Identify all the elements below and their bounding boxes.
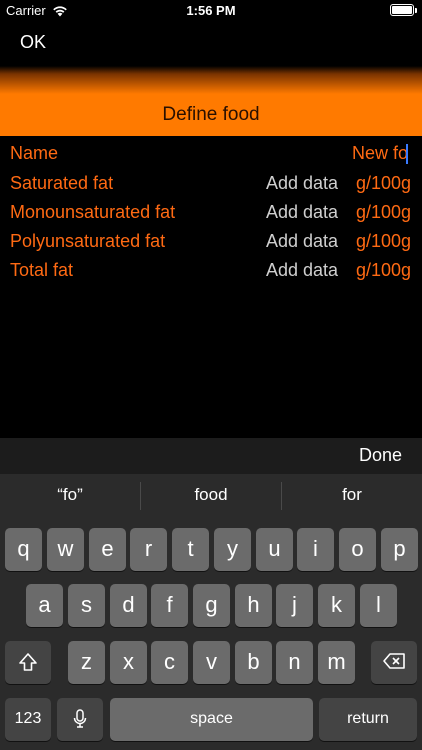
nutrient-label: Total fat: [10, 260, 74, 280]
keyboard: “fo” food for q w e r t y u i o p a s d …: [0, 474, 422, 750]
nutrient-row-saturated-fat[interactable]: Saturated fat Add data g/100g: [0, 168, 422, 197]
key-g[interactable]: g: [193, 584, 230, 627]
unit-label: g/100g: [355, 231, 411, 251]
suggestion-item[interactable]: food: [141, 474, 281, 518]
key-i[interactable]: i: [297, 528, 334, 571]
key-p[interactable]: p: [381, 528, 418, 571]
delete-icon: [371, 652, 417, 670]
status-bar: Carrier 1:56 PM: [0, 0, 422, 22]
text-cursor: [406, 144, 408, 164]
suggestion-item[interactable]: “fo”: [0, 474, 140, 518]
key-c[interactable]: c: [151, 641, 188, 684]
nutrient-input[interactable]: Add data: [266, 231, 338, 252]
clock: 1:56 PM: [186, 3, 236, 18]
nutrient-label: Polyunsaturated fat: [10, 231, 166, 251]
key-e[interactable]: e: [89, 528, 126, 571]
key-m[interactable]: m: [318, 641, 355, 684]
key-w[interactable]: w: [47, 528, 84, 571]
battery-icon: [390, 4, 417, 16]
key-f[interactable]: f: [151, 584, 188, 627]
return-key[interactable]: return: [319, 698, 417, 741]
key-o[interactable]: o: [339, 528, 376, 571]
nutrient-row-total-fat[interactable]: Total fat Add data g/100g: [0, 255, 422, 284]
name-label: Name: [10, 143, 59, 163]
nutrient-input[interactable]: Add data: [266, 173, 338, 194]
key-u[interactable]: u: [256, 528, 293, 571]
keyboard-accessory-bar: Done: [0, 438, 422, 474]
key-x[interactable]: x: [110, 641, 147, 684]
key-h[interactable]: h: [235, 584, 272, 627]
key-l[interactable]: l: [360, 584, 397, 627]
suggestion-bar: “fo” food for: [0, 474, 422, 518]
microphone-icon: [57, 709, 103, 729]
unit-label: g/100g: [355, 260, 411, 280]
key-a[interactable]: a: [26, 584, 63, 627]
nutrient-row-polyunsaturated-fat[interactable]: Polyunsaturated fat Add data g/100g: [0, 226, 422, 255]
shift-icon: [5, 652, 51, 672]
nutrient-input[interactable]: Add data: [266, 202, 338, 223]
header-bar: Define food: [0, 66, 422, 136]
key-j[interactable]: j: [276, 584, 313, 627]
name-field[interactable]: New fo: [352, 143, 408, 164]
key-d[interactable]: d: [110, 584, 147, 627]
ok-button[interactable]: OK: [20, 32, 46, 53]
key-b[interactable]: b: [235, 641, 272, 684]
key-v[interactable]: v: [193, 641, 230, 684]
space-key[interactable]: space: [110, 698, 313, 741]
name-row[interactable]: Name New fo: [0, 138, 422, 167]
key-s[interactable]: s: [68, 584, 105, 627]
nutrient-label: Monounsaturated fat: [10, 202, 176, 222]
key-k[interactable]: k: [318, 584, 355, 627]
nutrient-label: Saturated fat: [10, 173, 114, 193]
dictation-key[interactable]: [57, 698, 103, 741]
key-t[interactable]: t: [172, 528, 209, 571]
nutrient-row-monounsaturated-fat[interactable]: Monounsaturated fat Add data g/100g: [0, 197, 422, 226]
delete-key[interactable]: [371, 641, 417, 684]
nutrient-input[interactable]: Add data: [266, 260, 338, 281]
key-n[interactable]: n: [276, 641, 313, 684]
shift-key[interactable]: [5, 641, 51, 684]
suggestion-item[interactable]: for: [282, 474, 422, 518]
done-button[interactable]: Done: [359, 445, 402, 466]
key-y[interactable]: y: [214, 528, 251, 571]
unit-label: g/100g: [355, 202, 411, 222]
page-title: Define food: [162, 104, 260, 125]
key-r[interactable]: r: [130, 528, 167, 571]
unit-label: g/100g: [355, 173, 411, 193]
numbers-key[interactable]: 123: [5, 698, 51, 741]
key-z[interactable]: z: [68, 641, 105, 684]
key-q[interactable]: q: [5, 528, 42, 571]
